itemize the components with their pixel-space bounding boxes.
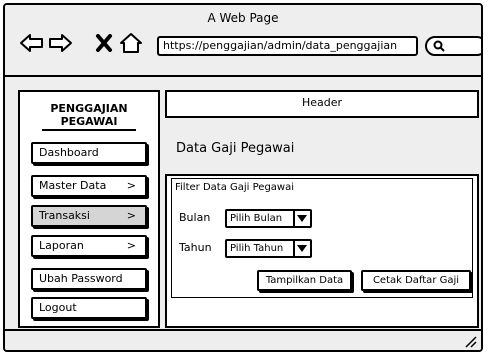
sidebar-item-master-data[interactable]: Master Data >	[31, 175, 147, 197]
chevron-down-icon	[297, 215, 307, 222]
chevron-right-icon: >	[126, 209, 136, 222]
close-icon	[96, 34, 112, 52]
sidebar-item-label: Master Data	[39, 179, 107, 192]
cetak-daftar-gaji-button[interactable]: Cetak Daftar Gaji	[361, 270, 471, 291]
page-header: Header	[165, 90, 479, 118]
browser-window: A Web Page https://penggajian/admin/data…	[3, 3, 483, 352]
chevron-down-icon	[297, 245, 307, 252]
tahun-dropdown-button[interactable]	[293, 241, 310, 256]
home-icon	[120, 33, 142, 53]
chevron-right-icon: >	[126, 179, 136, 192]
sidebar-item-label: Ubah Password	[39, 272, 123, 285]
sidebar-item-laporan[interactable]: Laporan >	[31, 235, 147, 257]
brand-line-2: PEGAWAI	[60, 115, 118, 128]
back-arrow-icon	[20, 34, 43, 52]
brand-line-1: PENGGAJIAN	[50, 102, 128, 115]
content-panel: Filter Data Gaji Pegawai Bulan Pilih Bul…	[165, 174, 479, 328]
sidebar: PENGGAJIAN PEGAWAI Dashboard Master Data…	[18, 90, 160, 328]
browser-toolbar: A Web Page https://penggajian/admin/data…	[5, 5, 481, 77]
sidebar-item-label: Logout	[39, 301, 77, 314]
bulan-label: Bulan	[179, 211, 211, 224]
address-bar[interactable]: https://penggajian/admin/data_penggajian	[157, 36, 418, 56]
bulan-dropdown-button[interactable]	[293, 211, 310, 226]
resize-grip-icon[interactable]	[463, 334, 477, 348]
tampilkan-data-button[interactable]: Tampilkan Data	[257, 270, 352, 291]
filter-title: Filter Data Gaji Pegawai	[175, 182, 294, 193]
search-icon	[433, 40, 445, 52]
forward-button[interactable]	[47, 32, 73, 54]
tahun-select-value: Pilih Tahun	[230, 243, 284, 254]
sidebar-item-label: Dashboard	[39, 146, 99, 159]
back-button[interactable]	[19, 32, 45, 54]
sidebar-item-ubah-password[interactable]: Ubah Password	[31, 268, 147, 290]
filter-box: Filter Data Gaji Pegawai Bulan Pilih Bul…	[171, 178, 473, 298]
tahun-select[interactable]: Pilih Tahun	[225, 239, 312, 258]
sidebar-item-dashboard[interactable]: Dashboard	[31, 142, 147, 164]
sidebar-item-label: Transaksi	[39, 209, 90, 222]
bulan-select[interactable]: Pilih Bulan	[225, 209, 312, 228]
chevron-right-icon: >	[126, 239, 136, 252]
search-input[interactable]	[425, 36, 481, 56]
sidebar-item-logout[interactable]: Logout	[31, 297, 147, 319]
sidebar-item-transaksi[interactable]: Transaksi >	[31, 205, 147, 227]
forward-arrow-icon	[49, 34, 72, 52]
bulan-select-value: Pilih Bulan	[230, 213, 283, 224]
window-title: A Web Page	[207, 11, 279, 25]
tahun-label: Tahun	[179, 241, 212, 254]
page-content: PENGGAJIAN PEGAWAI Dashboard Master Data…	[5, 77, 481, 333]
page-title: Data Gaji Pegawai	[176, 141, 295, 156]
stop-button[interactable]	[91, 32, 117, 54]
sidebar-item-label: Laporan	[39, 239, 84, 252]
status-bar	[5, 329, 481, 350]
home-button[interactable]	[118, 32, 144, 54]
brand-underline	[42, 129, 136, 131]
brand: PENGGAJIAN PEGAWAI	[20, 102, 158, 128]
